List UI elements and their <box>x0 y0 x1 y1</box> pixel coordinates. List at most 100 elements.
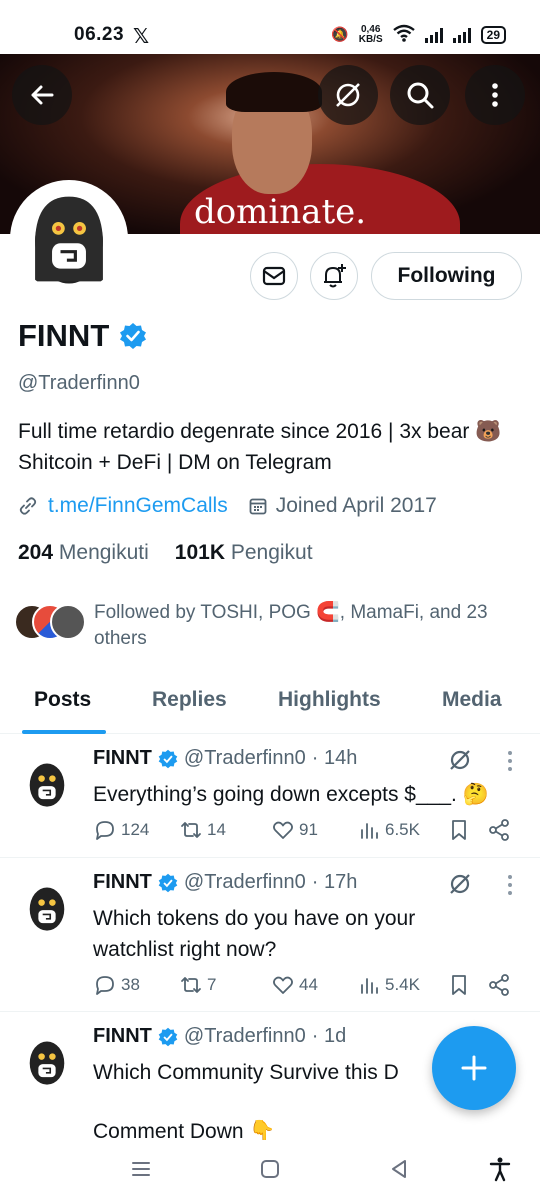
tweet-avatar[interactable] <box>20 881 74 935</box>
accessibility-button[interactable] <box>485 1154 515 1184</box>
followers-label: Pengikut <box>230 541 313 564</box>
more-button[interactable] <box>465 65 525 125</box>
share-icon <box>489 974 509 996</box>
following-count: 204 <box>18 541 54 564</box>
tweet-author-name[interactable]: FINNT <box>93 1025 152 1048</box>
accessibility-icon <box>489 1157 511 1182</box>
reply-icon <box>96 821 114 840</box>
reply-icon <box>96 976 114 995</box>
profile-meta: t.me/FinnGemCalls Joined April 2017 <box>18 494 437 518</box>
tweet-header: FINNT @Traderfinn0 · 14h <box>93 747 357 770</box>
more-vertical-icon[interactable] <box>506 749 514 773</box>
tab-media[interactable]: Media <box>442 678 502 712</box>
reply-button[interactable]: 124 <box>93 818 149 842</box>
heart-icon <box>273 821 293 839</box>
status-time: 06.23 <box>74 24 125 45</box>
like-button[interactable]: 44 <box>271 973 318 997</box>
home-button[interactable] <box>255 1154 285 1184</box>
profile-link-text[interactable]: t.me/FinnGemCalls <box>48 494 228 518</box>
share-icon <box>489 819 509 841</box>
tweet-time: · 17h <box>311 871 358 893</box>
back-triangle-icon <box>392 1160 406 1178</box>
profile-link[interactable]: t.me/FinnGemCalls <box>18 494 228 518</box>
net-speed-unit: KB/S <box>358 33 383 45</box>
following-button[interactable]: Following <box>371 252 522 300</box>
wifi-icon <box>392 24 415 45</box>
following-stat[interactable]: 204 Mengikuti <box>18 541 149 565</box>
share-button[interactable] <box>487 973 511 997</box>
profile-bio: Full time retardio degenrate since 2016 … <box>18 420 502 474</box>
heart-icon <box>273 976 293 994</box>
views-button[interactable]: 5.4K <box>357 973 420 997</box>
followed-by-avatars <box>14 600 86 640</box>
recent-apps-button[interactable] <box>126 1154 156 1184</box>
tweet-text-line2: Comment Down 👇 <box>93 1120 276 1140</box>
back-arrow-icon <box>31 85 54 105</box>
tweet-author-name[interactable]: FINNT <box>93 871 152 894</box>
follower-avatar <box>50 604 86 640</box>
views-count: 5.4K <box>385 975 420 994</box>
tweet-author-handle[interactable]: @Traderfinn0 <box>184 871 306 894</box>
notifications-button[interactable] <box>310 252 358 300</box>
signal-icon-1 <box>424 27 443 43</box>
back-button[interactable] <box>12 65 72 125</box>
back-nav-button[interactable] <box>384 1154 414 1184</box>
calendar-icon <box>249 498 267 515</box>
x-logo-icon: 𝕏 <box>133 26 150 48</box>
followers-stat[interactable]: 101K Pengikut <box>175 541 313 565</box>
profile-avatar[interactable] <box>10 180 128 298</box>
profile-handle: @Traderfinn0 <box>18 372 140 394</box>
net-speed: 0,46 KB/S <box>358 24 383 45</box>
repost-icon <box>181 822 201 838</box>
tab-replies[interactable]: Replies <box>152 678 227 712</box>
compose-button[interactable] <box>432 1026 516 1110</box>
verified-badge-icon[interactable] <box>119 322 147 350</box>
grok-icon[interactable] <box>447 747 473 773</box>
views-button[interactable]: 6.5K <box>357 818 420 842</box>
more-vertical-icon <box>492 83 498 107</box>
tweet[interactable]: FINNT @Traderfinn0 · 14h Everything’s go… <box>0 735 540 858</box>
tweet-author-name[interactable]: FINNT <box>93 747 152 770</box>
grok-button[interactable] <box>318 65 378 125</box>
tab-posts[interactable]: Posts <box>34 678 91 712</box>
menu-lines-icon <box>132 1162 150 1176</box>
verified-badge-icon <box>158 873 178 892</box>
link-icon <box>19 497 37 515</box>
more-vertical-icon[interactable] <box>506 873 514 897</box>
following-label: Mengikuti <box>58 541 149 564</box>
tweet-avatar[interactable] <box>20 757 74 811</box>
reply-count: 124 <box>121 820 150 839</box>
share-button[interactable] <box>487 818 511 842</box>
home-square-icon <box>261 1160 279 1178</box>
followed-by[interactable]: Followed by TOSHI, POG 🧲, MamaFi, and 23… <box>14 600 519 652</box>
tweet-header: FINNT @Traderfinn0 · 1d <box>93 1025 346 1048</box>
followed-by-text: Followed by TOSHI, POG 🧲, MamaFi, and 23… <box>94 602 488 649</box>
profile-name: FINNT <box>18 318 110 353</box>
repost-button[interactable]: 7 <box>179 973 216 997</box>
signal-icon-2 <box>452 27 471 43</box>
like-count: 44 <box>299 975 318 994</box>
status-bar: 06.23 𝕏 🔕 0,46 KB/S 29 <box>0 0 540 54</box>
tweet-actions: 38 7 44 5.4K <box>93 973 523 1001</box>
views-icon <box>361 823 378 839</box>
bookmark-button[interactable] <box>447 973 471 997</box>
tweet-time: · 1d <box>311 1025 347 1047</box>
repost-button[interactable]: 14 <box>179 818 226 842</box>
grok-icon[interactable] <box>447 871 473 897</box>
message-button[interactable] <box>250 252 298 300</box>
tweet-avatar[interactable] <box>20 1035 74 1089</box>
tab-highlights[interactable]: Highlights <box>278 678 381 712</box>
profile-stats: 204 Mengikuti 101K Pengikut <box>18 541 313 565</box>
verified-badge-icon <box>158 1027 178 1046</box>
tweet-author-handle[interactable]: @Traderfinn0 <box>184 747 306 770</box>
tweet-author-handle[interactable]: @Traderfinn0 <box>184 1025 306 1048</box>
views-count: 6.5K <box>385 820 420 839</box>
repost-icon <box>181 977 201 993</box>
search-icon <box>407 82 434 109</box>
like-button[interactable]: 91 <box>271 818 318 842</box>
bookmark-button[interactable] <box>447 818 471 842</box>
tweet[interactable]: FINNT @Traderfinn0 · 17h Which tokens do… <box>0 859 540 1012</box>
search-button[interactable] <box>390 65 450 125</box>
repost-count: 7 <box>207 975 217 994</box>
reply-button[interactable]: 38 <box>93 973 140 997</box>
